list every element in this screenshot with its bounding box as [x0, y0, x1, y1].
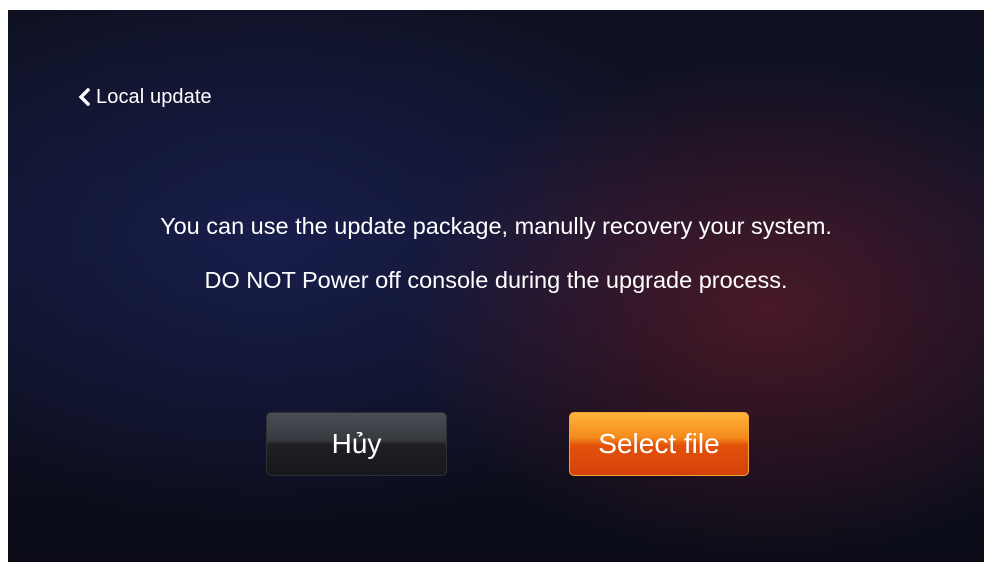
chevron-left-icon — [78, 88, 90, 106]
message-line-1: You can use the update package, manully … — [160, 213, 832, 239]
cancel-button[interactable]: Hủy — [266, 412, 447, 476]
select-file-button[interactable]: Select file — [569, 412, 749, 476]
update-message: You can use the update package, manully … — [8, 212, 984, 294]
page-title: Local update — [96, 85, 212, 108]
back-navigation[interactable]: Local update — [78, 82, 212, 112]
warning-message: DO NOT Power off console during the upgr… — [204, 267, 788, 293]
update-screen: Local update You can use the update pack… — [8, 10, 984, 562]
